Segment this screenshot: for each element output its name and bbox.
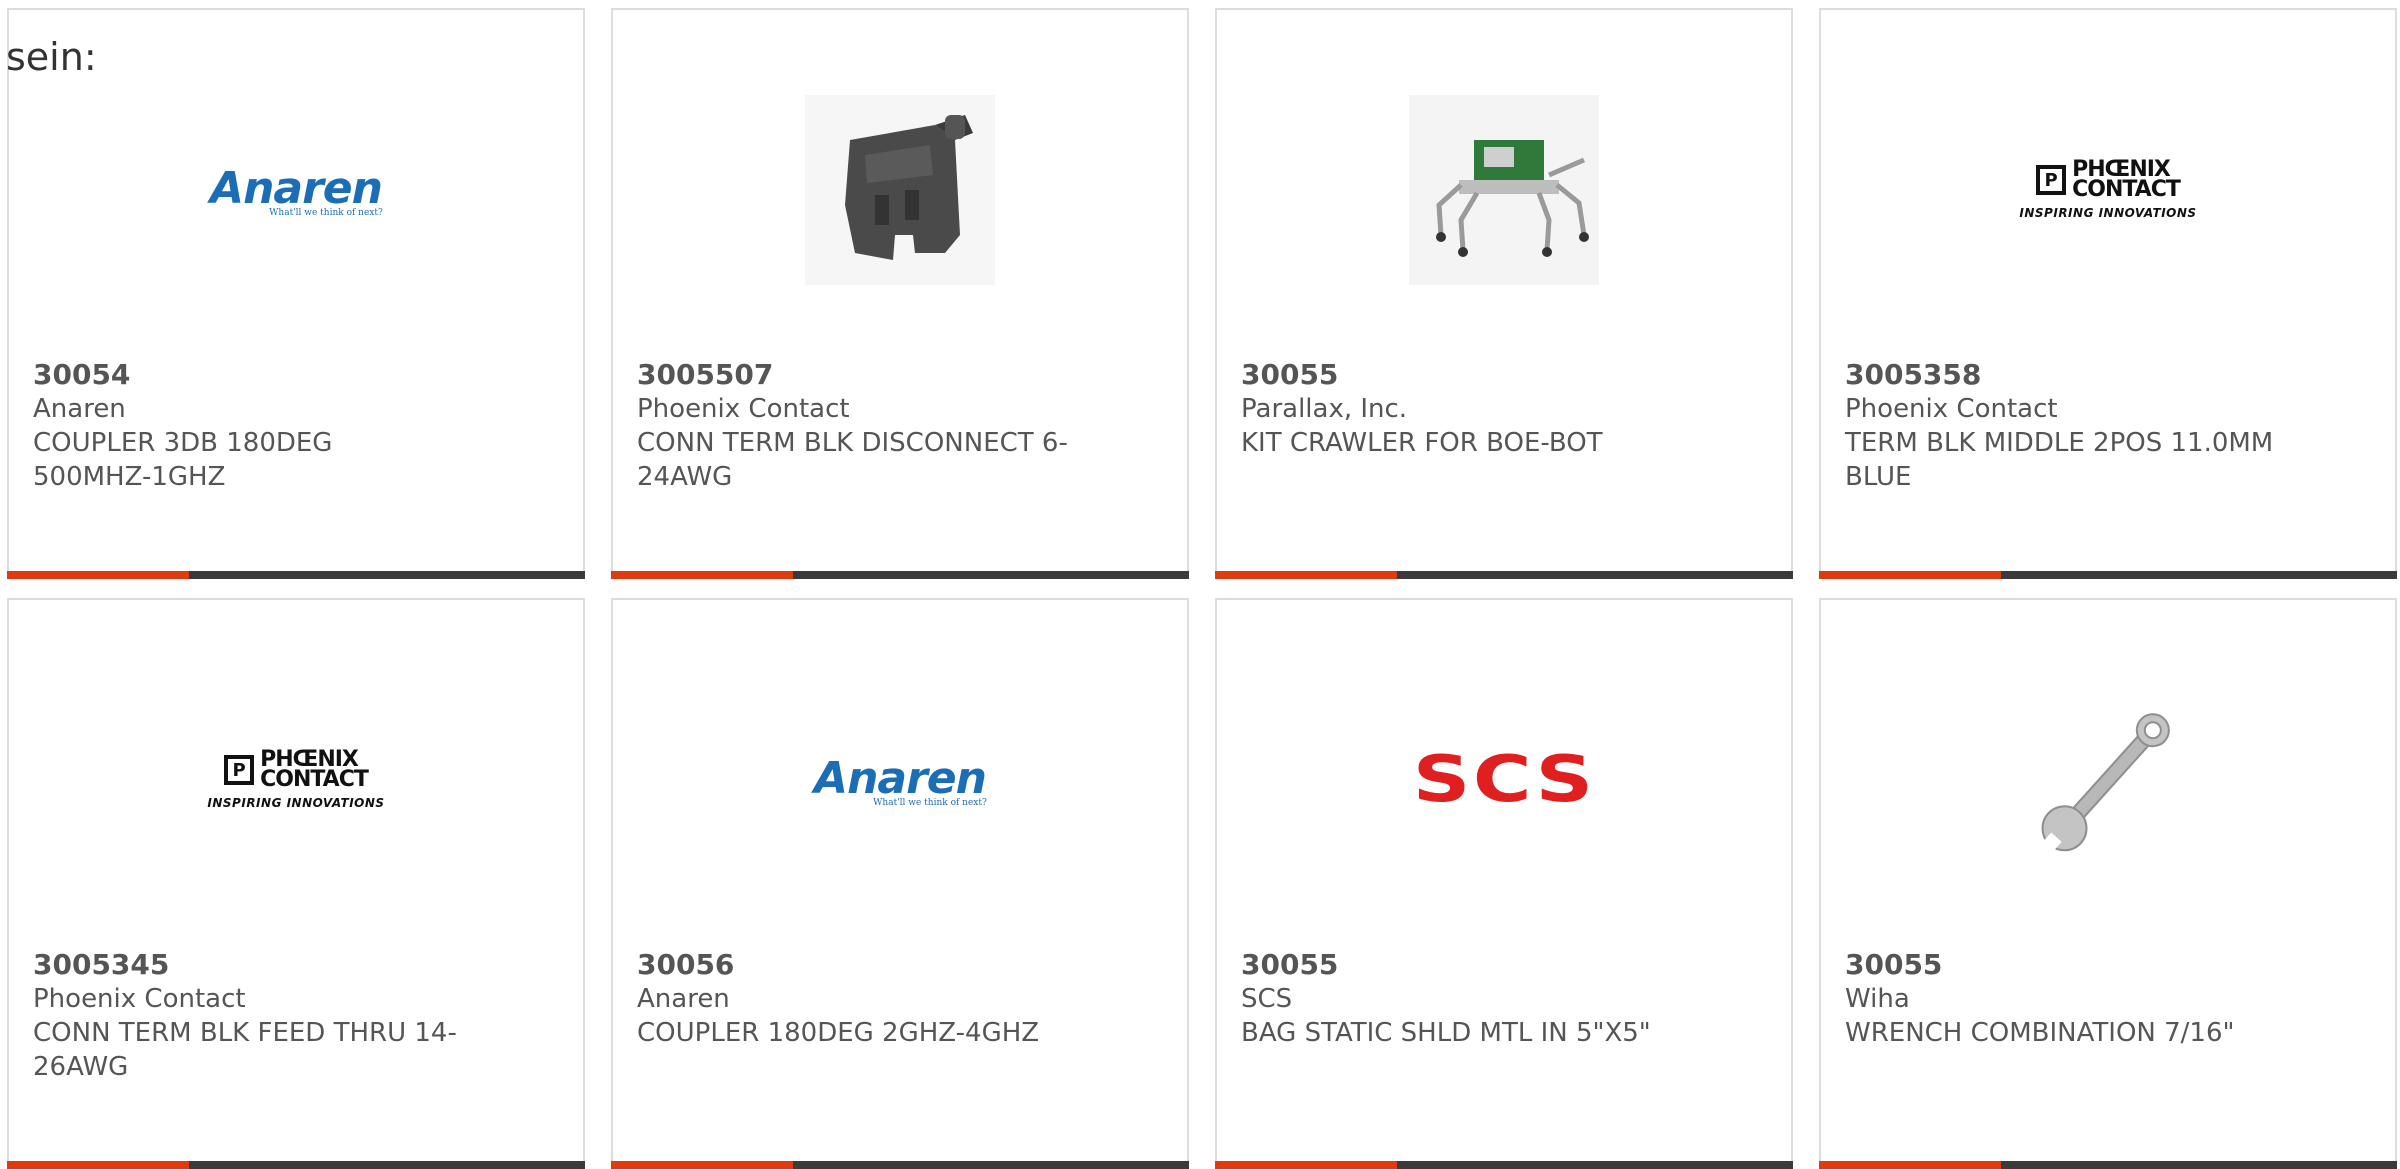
manufacturer: Phoenix Contact bbox=[637, 394, 850, 424]
product-card[interactable]: P PHŒNIX CONTACT INSPIRING INNOVATIONS 3… bbox=[1819, 8, 2397, 579]
description: BAG STATIC SHLD MTL IN 5"X5" bbox=[1241, 1018, 1651, 1048]
phoenix-contact-logo: P PHŒNIX CONTACT INSPIRING INNOVATIONS bbox=[2003, 85, 2213, 295]
manufacturer: Anaren bbox=[637, 984, 730, 1014]
product-card[interactable]: P PHŒNIX CONTACT INSPIRING INNOVATIONS 3… bbox=[7, 598, 585, 1169]
description: WRENCH COMBINATION 7/16" bbox=[1845, 1018, 2235, 1048]
product-card[interactable]: SCS 30055 SCS BAG STATIC SHLD MTL IN 5"X… bbox=[1215, 598, 1793, 1169]
card-bottom-bar bbox=[7, 1161, 585, 1169]
phoenix-logo-sub: INSPIRING INNOVATIONS bbox=[2019, 206, 2197, 220]
card-accent bbox=[611, 571, 793, 579]
part-number[interactable]: 3005358 bbox=[1845, 358, 2325, 392]
terminal-block-image bbox=[805, 95, 995, 285]
card-bottom-bar bbox=[7, 571, 585, 579]
anaren-logo-image: Anaren What'll we think of next? bbox=[191, 85, 401, 295]
description: CONN TERM BLK FEED THRU 14-26AWG bbox=[33, 1018, 457, 1082]
anaren-logo-tagline: What'll we think of next? bbox=[873, 797, 987, 808]
product-card[interactable]: Anaren What'll we think of next? 30054 A… bbox=[7, 8, 585, 579]
anaren-logo-image: Anaren What'll we think of next? bbox=[795, 675, 1005, 885]
product-card[interactable]: Anaren What'll we think of next? 30056 A… bbox=[611, 598, 1189, 1169]
description: CONN TERM BLK DISCONNECT 6-24AWG bbox=[637, 428, 1068, 492]
card-accent bbox=[7, 571, 189, 579]
manufacturer: SCS bbox=[1241, 984, 1293, 1014]
manufacturer: Anaren bbox=[33, 394, 126, 424]
card-bottom-bar bbox=[611, 571, 1189, 579]
manufacturer: Phoenix Contact bbox=[1845, 394, 2058, 424]
part-number[interactable]: 3005345 bbox=[33, 948, 513, 982]
wrench-image bbox=[2036, 713, 2170, 859]
description: KIT CRAWLER FOR BOE-BOT bbox=[1241, 428, 1603, 458]
phoenix-logo-line2: CONTACT bbox=[2072, 177, 2181, 202]
description: COUPLER 3DB 180DEG 500MHZ-1GHZ bbox=[33, 428, 333, 492]
manufacturer: Wiha bbox=[1845, 984, 1910, 1014]
card-bottom-bar bbox=[1215, 571, 1793, 579]
description: COUPLER 180DEG 2GHZ-4GHZ bbox=[637, 1018, 1040, 1048]
description: TERM BLK MIDDLE 2POS 11.0MM BLUE bbox=[1845, 428, 2274, 492]
part-number[interactable]: 30055 bbox=[1845, 948, 2325, 982]
phoenix-contact-logo: P PHŒNIX CONTACT INSPIRING INNOVATIONS bbox=[191, 675, 401, 885]
anaren-logo-tagline: What'll we think of next? bbox=[269, 207, 383, 218]
part-number[interactable]: 30055 bbox=[1241, 358, 1721, 392]
terminal-block-photo bbox=[795, 85, 1005, 295]
card-bottom-bar bbox=[611, 1161, 1189, 1169]
phoenix-logo-mark: P bbox=[224, 755, 255, 785]
product-grid: Anaren What'll we think of next? 30054 A… bbox=[0, 0, 2400, 1169]
anaren-logo-word: Anaren bbox=[210, 162, 383, 214]
card-accent bbox=[1819, 571, 2001, 579]
card-bottom-bar bbox=[1819, 1161, 2397, 1169]
card-accent bbox=[1215, 571, 1397, 579]
anaren-logo-word: Anaren bbox=[814, 752, 987, 804]
scs-logo: SCS bbox=[1399, 675, 1609, 885]
card-bottom-bar bbox=[1215, 1161, 1793, 1169]
part-number[interactable]: 30055 bbox=[1241, 948, 1721, 982]
intro-text: sein: bbox=[6, 35, 97, 79]
part-number[interactable]: 30056 bbox=[637, 948, 1117, 982]
crawler-robot-photo bbox=[1399, 85, 1609, 295]
product-card[interactable]: 30055 Wiha WRENCH COMBINATION 7/16" bbox=[1819, 598, 2397, 1169]
phoenix-logo-mark: P bbox=[2036, 165, 2067, 195]
card-bottom-bar bbox=[1819, 571, 2397, 579]
phoenix-logo-sub: INSPIRING INNOVATIONS bbox=[207, 796, 385, 810]
manufacturer: Phoenix Contact bbox=[33, 984, 246, 1014]
part-number[interactable]: 3005507 bbox=[637, 358, 1117, 392]
part-number[interactable]: 30054 bbox=[33, 358, 513, 392]
wrench-photo bbox=[2003, 675, 2213, 885]
product-card[interactable]: 30055 Parallax, Inc. KIT CRAWLER FOR BOE… bbox=[1215, 8, 1793, 579]
product-card[interactable]: 3005507 Phoenix Contact CONN TERM BLK DI… bbox=[611, 8, 1189, 579]
card-accent bbox=[1819, 1161, 2001, 1169]
card-accent bbox=[611, 1161, 793, 1169]
card-accent bbox=[7, 1161, 189, 1169]
crawler-robot-image bbox=[1409, 95, 1599, 285]
phoenix-logo-line2: CONTACT bbox=[260, 767, 369, 792]
card-accent bbox=[1215, 1161, 1397, 1169]
scs-logo-word: SCS bbox=[1412, 743, 1596, 817]
manufacturer: Parallax, Inc. bbox=[1241, 394, 1408, 424]
